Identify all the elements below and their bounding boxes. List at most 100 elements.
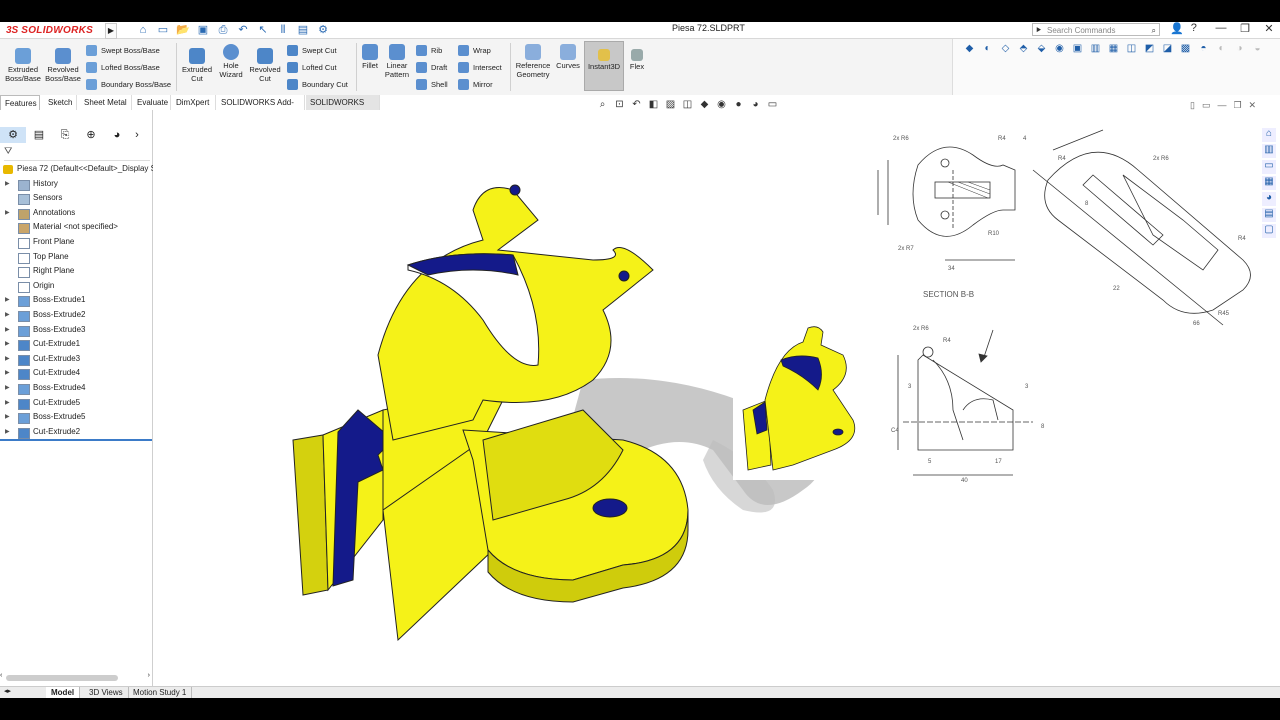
menu-expand-arrow-icon[interactable]: ▶ bbox=[105, 23, 117, 39]
revolved-cut-button[interactable]: Revolved Cut bbox=[248, 48, 282, 83]
revolve-shortcut-icon[interactable]: ◐ bbox=[981, 42, 994, 55]
tree-item-history[interactable]: ▶ History bbox=[0, 177, 152, 192]
hide-show-items-icon[interactable]: ◉ bbox=[715, 98, 728, 111]
graphics-area[interactable]: SECTION B-B 2x R6 34 R4 4 2x R7 R10 R4 2… bbox=[153, 110, 1280, 686]
open-icon[interactable]: 📂 bbox=[176, 23, 190, 37]
rollback-bar[interactable] bbox=[0, 439, 152, 441]
home-icon[interactable]: ⌂ bbox=[136, 23, 150, 37]
expand-arrow-icon[interactable]: ▶ bbox=[5, 293, 10, 308]
tab-sketch[interactable]: Sketch bbox=[44, 95, 77, 110]
curves-button[interactable]: Curves bbox=[555, 44, 581, 71]
extruded-cut-button[interactable]: Extruded Cut bbox=[180, 48, 214, 83]
tab-solidworks-mbd[interactable]: SOLIDWORKS MBD bbox=[306, 95, 380, 122]
intersect-button[interactable]: Intersect bbox=[458, 60, 502, 74]
view-settings-icon[interactable]: ▭ bbox=[766, 98, 779, 111]
expand-arrow-icon[interactable]: ▶ bbox=[5, 308, 10, 323]
boundary-cut-button[interactable]: Boundary Cut bbox=[287, 77, 348, 91]
file-explorer-icon[interactable]: ▭ bbox=[1262, 160, 1276, 174]
tree-item-annotations[interactable]: ▶ Annotations bbox=[0, 206, 152, 221]
design-library-icon[interactable]: ▥ bbox=[1262, 144, 1276, 158]
boss-shortcut-icon[interactable]: ◆ bbox=[963, 42, 976, 55]
loft-shortcut-icon[interactable]: ⬙ bbox=[1035, 42, 1048, 55]
instant3d-button[interactable]: Instant3D bbox=[585, 49, 623, 72]
lofted-cut-button[interactable]: Lofted Cut bbox=[287, 60, 337, 74]
previous-view-icon[interactable]: ↶ bbox=[630, 98, 643, 111]
rib-button[interactable]: Rib bbox=[416, 43, 442, 57]
edit-appearance-icon[interactable]: ● bbox=[732, 98, 745, 111]
tree-item-boss-extrude2[interactable]: ▶ Boss-Extrude2 bbox=[0, 308, 152, 323]
solidworks-logo[interactable]: 3S SOLIDWORKS bbox=[6, 22, 93, 38]
forum-icon[interactable]: ▢ bbox=[1262, 224, 1276, 238]
revolved-boss-button[interactable]: Revolved Boss/Base bbox=[44, 48, 82, 83]
tree-item-right-plane[interactable]: Right Plane bbox=[0, 264, 152, 279]
search-scope-icon[interactable]: ⯈ bbox=[1035, 24, 1042, 37]
tree-item-material-not-specified[interactable]: Material <not specified> bbox=[0, 220, 152, 235]
scroll-right-icon[interactable]: › bbox=[148, 672, 150, 679]
zoom-to-fit-icon[interactable]: ⌕ bbox=[596, 98, 609, 111]
sweep-shortcut-icon[interactable]: ◇ bbox=[999, 42, 1012, 55]
wrap-button[interactable]: Wrap bbox=[458, 43, 491, 57]
expand-arrow-icon[interactable]: ▶ bbox=[5, 337, 10, 352]
combine-shortcut-icon[interactable]: ◑ bbox=[1233, 42, 1246, 55]
expand-arrow-icon[interactable]: ▶ bbox=[5, 425, 10, 440]
draft-shortcut-icon[interactable]: ◩ bbox=[1143, 42, 1156, 55]
options-gear-icon[interactable]: ⚙ bbox=[316, 23, 330, 37]
shell-button[interactable]: Shell bbox=[416, 77, 448, 91]
scroll-left-icon[interactable]: ‹ bbox=[0, 672, 2, 679]
section-view-icon[interactable]: ◧ bbox=[647, 98, 660, 111]
display-style-icon[interactable]: ◆ bbox=[698, 98, 711, 111]
search-icon[interactable]: ⌕ bbox=[1152, 24, 1156, 37]
swept-cut-button[interactable]: Swept Cut bbox=[287, 43, 337, 57]
restore-icon[interactable]: ❐ bbox=[1238, 22, 1252, 35]
undo-icon[interactable]: ↶ bbox=[236, 23, 250, 37]
dimxpert-manager-tab-icon[interactable]: ⊕ bbox=[78, 127, 104, 143]
display-manager-tab-icon[interactable]: ◕ bbox=[104, 127, 130, 143]
tree-item-boss-extrude3[interactable]: ▶ Boss-Extrude3 bbox=[0, 323, 152, 338]
draft-button[interactable]: Draft bbox=[416, 60, 447, 74]
fillet-button[interactable]: Fillet bbox=[359, 44, 381, 71]
help-icon[interactable]: ? bbox=[1191, 22, 1197, 35]
expand-arrow-icon[interactable]: ▶ bbox=[5, 206, 10, 221]
tab-solidworks-addins[interactable]: SOLIDWORKS Add-Ins bbox=[217, 95, 305, 122]
property-manager-tab-icon[interactable]: ▤ bbox=[26, 127, 52, 143]
tab-nav-arrows-icon[interactable]: ◂▸ bbox=[4, 687, 11, 695]
tree-item-boss-extrude1[interactable]: ▶ Boss-Extrude1 bbox=[0, 293, 152, 308]
scroll-thumb[interactable] bbox=[6, 675, 118, 681]
expand-arrow-icon[interactable]: ▶ bbox=[5, 381, 10, 396]
tree-item-cut-extrude3[interactable]: ▶ Cut-Extrude3 bbox=[0, 352, 152, 367]
expand-arrow-icon[interactable]: ▶ bbox=[5, 177, 10, 192]
flex-button[interactable]: Flex bbox=[626, 49, 648, 72]
tree-item-boss-extrude5[interactable]: ▶ Boss-Extrude5 bbox=[0, 410, 152, 425]
viewport-tile-icon[interactable]: ▭ bbox=[1202, 100, 1211, 111]
wrap-shortcut-icon[interactable]: ▩ bbox=[1179, 42, 1192, 55]
split-shortcut-icon[interactable]: ◐ bbox=[1215, 42, 1228, 55]
tree-item-sensors[interactable]: Sensors bbox=[0, 191, 152, 206]
save-icon[interactable]: ▣ bbox=[196, 23, 210, 37]
custom-properties-icon[interactable]: ▤ bbox=[1262, 208, 1276, 222]
move-shortcut-icon[interactable]: ◒ bbox=[1251, 42, 1264, 55]
linear-pattern-button[interactable]: Linear Pattern bbox=[383, 44, 411, 79]
pattern-shortcut-icon[interactable]: ▦ bbox=[1107, 42, 1120, 55]
expand-arrow-icon[interactable]: ▶ bbox=[5, 366, 10, 381]
swept-boss-button[interactable]: Swept Boss/Base bbox=[86, 43, 160, 57]
feature-manager-tab-icon[interactable]: ⚙ bbox=[0, 127, 26, 143]
appearances-icon[interactable]: ◕ bbox=[1262, 192, 1276, 206]
minimize-icon[interactable]: — bbox=[1214, 22, 1228, 35]
close-icon[interactable]: ✕ bbox=[1262, 22, 1276, 35]
tree-item-cut-extrude4[interactable]: ▶ Cut-Extrude4 bbox=[0, 366, 152, 381]
mirror-shortcut-icon[interactable]: ◫ bbox=[1125, 42, 1138, 55]
reference-geometry-button[interactable]: Reference Geometry bbox=[513, 44, 553, 79]
hole-shortcut-icon[interactable]: ◉ bbox=[1053, 42, 1066, 55]
print-icon[interactable]: ⎙ bbox=[216, 23, 230, 37]
mirror-button[interactable]: Mirror bbox=[458, 77, 493, 91]
intersect-shortcut-icon[interactable]: ◪ bbox=[1161, 42, 1174, 55]
search-commands-input[interactable]: ⯈ Search Commands ⌕ bbox=[1032, 23, 1160, 36]
view-palette-icon[interactable]: ▦ bbox=[1262, 176, 1276, 190]
tree-item-top-plane[interactable]: Top Plane bbox=[0, 250, 152, 265]
expand-arrow-icon[interactable]: ▶ bbox=[5, 352, 10, 367]
traffic-light-icon[interactable]: ⦀ bbox=[276, 23, 290, 37]
tab-sheet-metal[interactable]: Sheet Metal bbox=[80, 95, 132, 110]
viewport-minimize-icon[interactable]: — bbox=[1217, 100, 1226, 111]
apply-scene-icon[interactable]: ◕ bbox=[749, 98, 762, 111]
cut-shortcut-icon[interactable]: ⬘ bbox=[1017, 42, 1030, 55]
